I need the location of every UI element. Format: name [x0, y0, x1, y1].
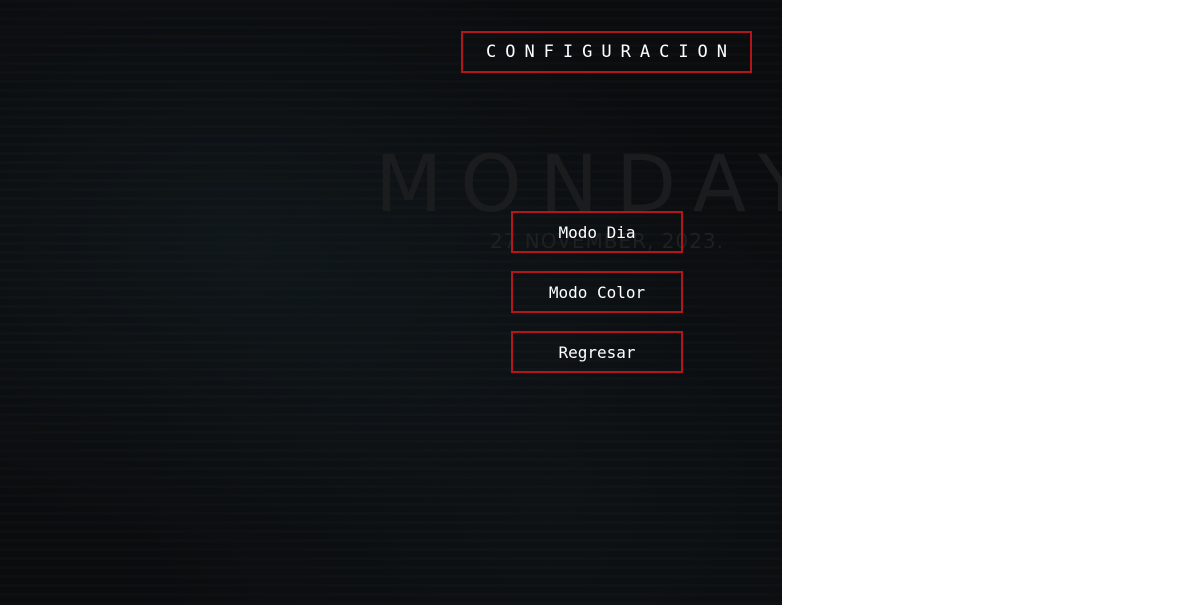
day-mode-button[interactable]: Modo Dia [511, 211, 683, 253]
settings-screen: MONDAY 27 NOVEMBER, 2023. CONFIGURACION … [0, 0, 782, 605]
page-title: CONFIGURACION [461, 31, 752, 73]
blank-area [782, 0, 1202, 605]
back-button[interactable]: Regresar [511, 331, 683, 373]
color-mode-button[interactable]: Modo Color [511, 271, 683, 313]
